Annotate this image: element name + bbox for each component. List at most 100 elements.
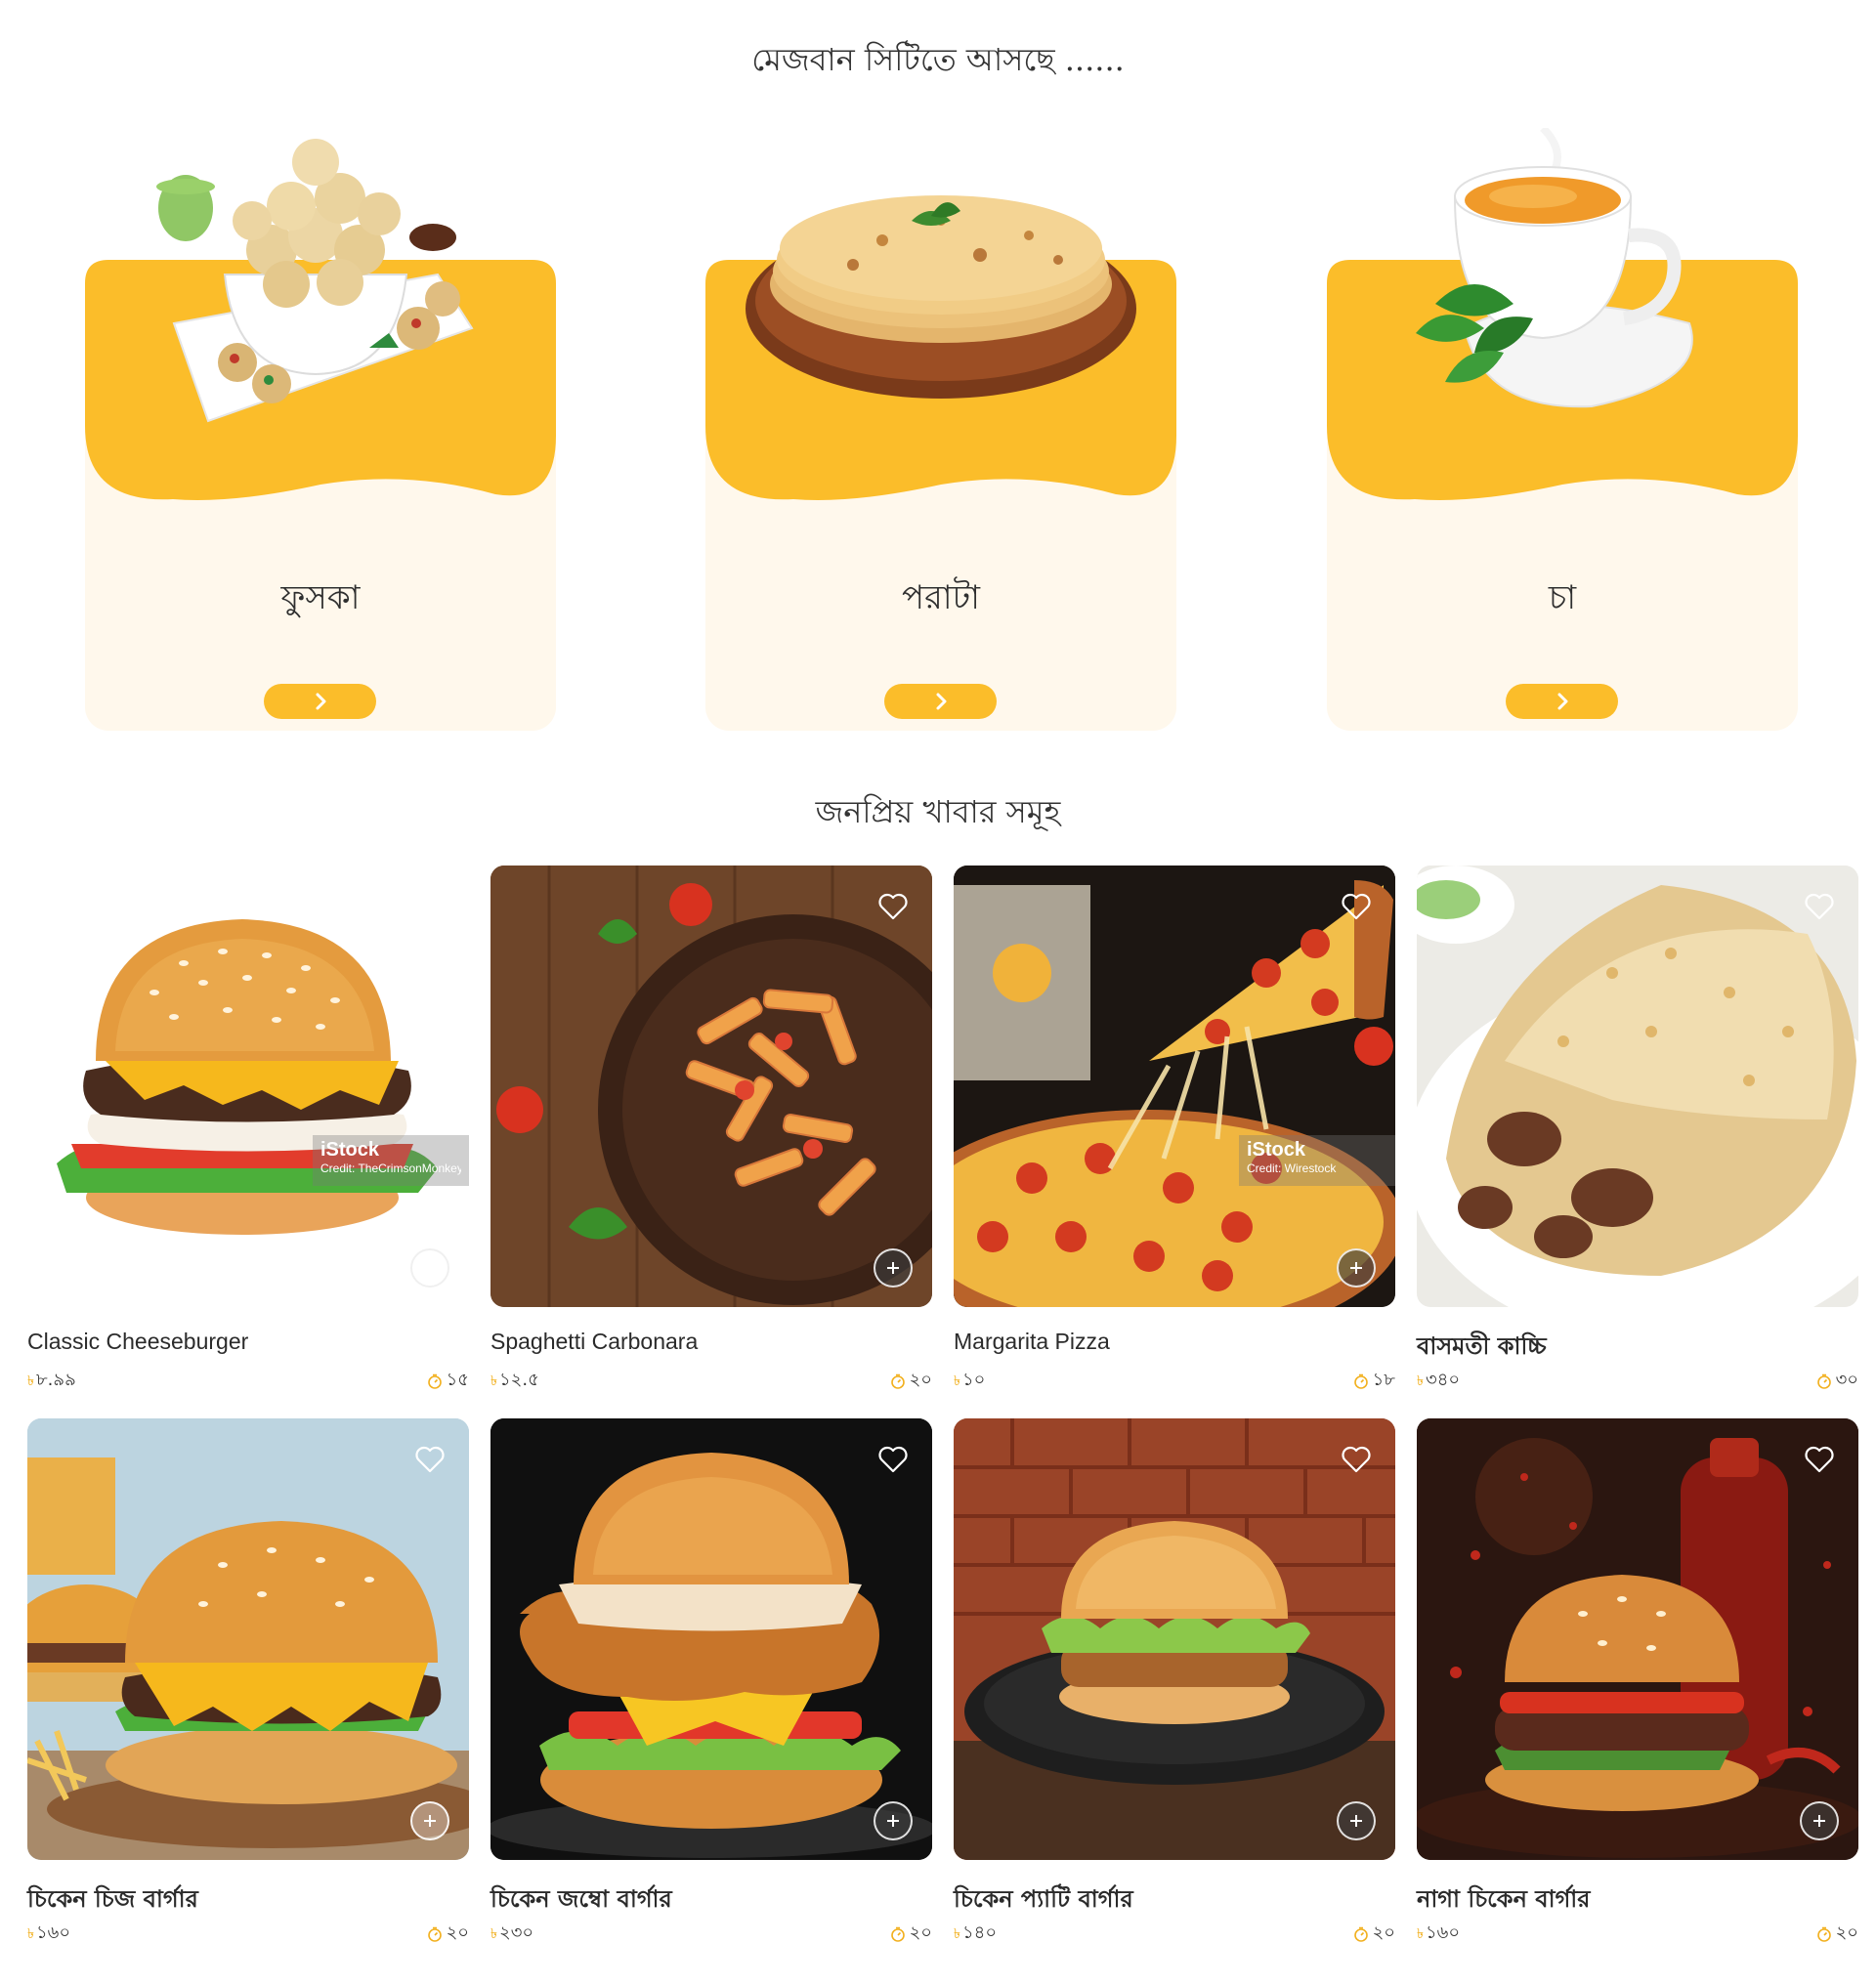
plus-icon [424, 1815, 436, 1827]
upcoming-card-tea: চা [1327, 128, 1798, 731]
heart-icon [1805, 893, 1834, 920]
add-to-cart-button[interactable] [410, 1801, 449, 1840]
burger-image [490, 1418, 932, 1860]
prep-time: ১৫ [427, 1366, 469, 1396]
food-card-basmati-kacchi[interactable]: বাসমতী কাচ্চি ৳ ৩৪০ ৩০ [1417, 866, 1858, 1396]
taka-icon: ৳ [27, 1373, 34, 1389]
favorite-button[interactable] [874, 887, 913, 926]
heart-icon [878, 893, 908, 920]
food-meta: ৳ ৩৪০ ৩০ [1417, 1366, 1858, 1396]
food-photo[interactable]: iStock Credit: Wirestock [954, 866, 1395, 1307]
food-name: বাসমতী কাচ্চি [1417, 1331, 1547, 1360]
plus-icon [1350, 1262, 1362, 1274]
food-card-chicken-patty-burger[interactable]: চিকেন প্যাটি বার্গার ৳ ১৪০ ২০ [954, 1418, 1395, 1949]
food-card-naga-chicken-burger[interactable]: নাগা চিকেন বার্গার ৳ ১৬০ ২০ [1417, 1418, 1858, 1949]
food-card-chicken-cheese-burger[interactable]: চিকেন চিজ বার্গার ৳ ১৬০ ২০ [27, 1418, 469, 1949]
prep-time: ২০ [890, 1366, 932, 1396]
pizza-image [954, 866, 1395, 1307]
food-photo[interactable] [490, 866, 932, 1307]
food-meta: ৳ ১২.৫ ২০ [490, 1366, 932, 1396]
add-to-cart-button[interactable] [1337, 1248, 1376, 1288]
favorite-button[interactable] [1800, 1440, 1839, 1479]
prep-time: ২০ [1816, 1919, 1858, 1949]
food-name: চিকেন চিজ বার্গার [27, 1884, 198, 1913]
heart-icon [1342, 1446, 1371, 1473]
taka-icon: ৳ [27, 1925, 34, 1942]
food-photo[interactable] [1417, 1418, 1858, 1860]
food-card-classic-cheeseburger[interactable]: iStock Credit: TheCrimsonMonkey Classic … [27, 866, 469, 1396]
burger-image [27, 1418, 469, 1860]
timer-icon [427, 1926, 442, 1942]
taka-icon: ৳ [490, 1373, 497, 1389]
plus-icon [1813, 1815, 1825, 1827]
plus-icon [887, 1815, 899, 1827]
timer-icon [427, 1373, 442, 1389]
prep-time: ২০ [890, 1919, 932, 1949]
upcoming-item-name: চা [1548, 578, 1577, 617]
add-to-cart-button[interactable] [410, 1248, 449, 1288]
food-card-spaghetti-carbonara[interactable]: Spaghetti Carbonara ৳ ১২.৫ ২০ [490, 866, 932, 1396]
taka-icon: ৳ [1417, 1373, 1424, 1389]
upcoming-item-name: পরাটা [901, 578, 981, 617]
food-price: ৳ ১০ [954, 1366, 985, 1396]
upcoming-section-title: মেজবান সিটিতে আসছে ...... [751, 41, 1125, 78]
heart-icon [878, 1446, 908, 1473]
food-name: Margarita Pizza [954, 1329, 1110, 1354]
timer-icon [1353, 1926, 1368, 1942]
heart-icon [1805, 1446, 1834, 1473]
taka-icon: ৳ [954, 1373, 960, 1389]
food-name: চিকেন জম্বো বার্গার [490, 1884, 672, 1913]
taka-icon: ৳ [954, 1925, 960, 1942]
biryani-image [1417, 866, 1858, 1307]
taka-icon: ৳ [490, 1925, 497, 1942]
add-to-cart-button[interactable] [1800, 1801, 1839, 1840]
food-card-margarita-pizza[interactable]: iStock Credit: Wirestock Margarita Pizza… [954, 866, 1395, 1396]
chevron-right-icon [936, 693, 946, 710]
food-photo[interactable] [954, 1418, 1395, 1860]
favorite-button[interactable] [410, 1440, 449, 1479]
favorite-button[interactable] [874, 1440, 913, 1479]
view-fuchka-button[interactable] [264, 684, 376, 719]
chevron-right-icon [1557, 693, 1567, 710]
view-tea-button[interactable] [1506, 684, 1618, 719]
add-to-cart-button[interactable] [1800, 1248, 1839, 1288]
food-price: ৳ ৮.৯৯ [27, 1366, 76, 1396]
prep-time: ৩০ [1816, 1366, 1858, 1396]
food-price: ৳ ১৬০ [27, 1919, 70, 1949]
timer-icon [1816, 1926, 1831, 1942]
istock-watermark: iStock Credit: TheCrimsonMonkey [313, 1135, 469, 1186]
prep-time: ২০ [1353, 1919, 1395, 1949]
upcoming-card-paratha: পরাটা [705, 195, 1176, 731]
food-name: Spaghetti Carbonara [490, 1329, 699, 1354]
favorite-button[interactable] [1337, 1440, 1376, 1479]
upcoming-item-name: ফুসকা [280, 578, 361, 617]
chevron-right-icon [316, 693, 325, 710]
plus-icon [1813, 1262, 1825, 1274]
plus-icon [1350, 1815, 1362, 1827]
food-photo[interactable]: iStock Credit: TheCrimsonMonkey [27, 866, 469, 1307]
food-price: ৳ ২৩০ [490, 1919, 533, 1949]
plus-icon [424, 1262, 436, 1274]
istock-watermark: iStock Credit: Wirestock [1239, 1135, 1395, 1186]
food-name: চিকেন প্যাটি বার্গার [954, 1884, 1133, 1913]
view-paratha-button[interactable] [884, 684, 997, 719]
favorite-button[interactable] [1337, 887, 1376, 926]
food-card-chicken-jumbo-burger[interactable]: চিকেন জম্বো বার্গার ৳ ২৩০ ২০ [490, 1418, 932, 1949]
add-to-cart-button[interactable] [1337, 1801, 1376, 1840]
food-meta: ৳ ১০ ১৮ [954, 1366, 1395, 1396]
food-price: ৳ ১৪০ [954, 1919, 997, 1949]
add-to-cart-button[interactable] [874, 1248, 913, 1288]
food-photo[interactable] [1417, 866, 1858, 1307]
popular-section-title: জনপ্রিয় খাবার সমূহ [815, 793, 1061, 830]
heart-icon [415, 1446, 445, 1473]
timer-icon [890, 1926, 905, 1942]
food-price: ৳ ১৬০ [1417, 1919, 1460, 1949]
food-price: ৳ ১২.৫ [490, 1366, 539, 1396]
timer-icon [1816, 1373, 1831, 1389]
food-price: ৳ ৩৪০ [1417, 1366, 1460, 1396]
food-photo[interactable] [27, 1418, 469, 1860]
food-meta: ৳ ২৩০ ২০ [490, 1919, 932, 1949]
food-photo[interactable] [490, 1418, 932, 1860]
favorite-button[interactable] [1800, 887, 1839, 926]
add-to-cart-button[interactable] [874, 1801, 913, 1840]
